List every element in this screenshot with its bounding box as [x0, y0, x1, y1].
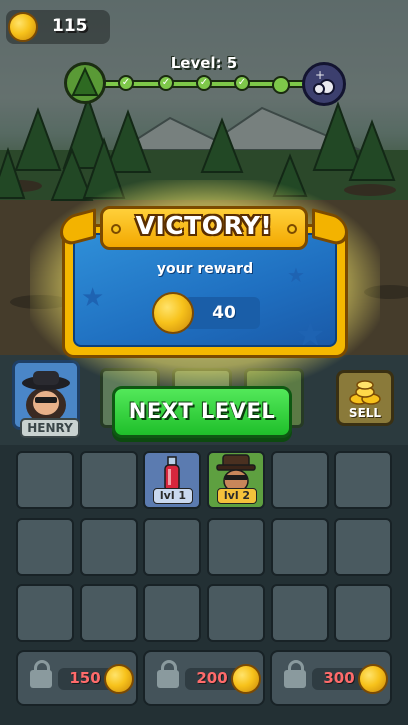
hero-name-label: HENRY — [20, 418, 80, 438]
checkpoint-complete-icon: ✓ — [234, 75, 250, 91]
coin-icon — [104, 664, 134, 694]
inventory-slot[interactable] — [16, 518, 74, 576]
coin-icon — [358, 664, 388, 694]
inventory-slot[interactable] — [271, 518, 329, 576]
reward-amount: 40 — [212, 303, 236, 323]
inventory-slot[interactable] — [271, 584, 329, 642]
inventory-slot[interactable] — [16, 451, 74, 509]
inventory-slot[interactable] — [80, 584, 138, 642]
next-level-button[interactable]: NEXT LEVEL — [112, 386, 292, 438]
sell-label: SELL — [348, 406, 382, 420]
inventory-slot[interactable] — [80, 518, 138, 576]
inventory-slot[interactable] — [334, 518, 392, 576]
locked-slot-purchase-button[interactable]: 150 — [16, 650, 138, 706]
locked-slot-purchase-button[interactable]: 300 — [270, 650, 392, 706]
inventory-slot[interactable] — [271, 451, 329, 509]
reward-label: your reward — [156, 261, 254, 277]
inventory-item-potion[interactable]: lvl 1 — [143, 451, 201, 509]
inventory-slot[interactable] — [334, 451, 392, 509]
lock-icon — [30, 660, 52, 688]
svg-text:+: + — [315, 68, 325, 82]
lock-icon — [157, 660, 179, 688]
checkpoint-complete-icon: ✓ — [158, 75, 174, 91]
inventory-slot[interactable] — [207, 518, 265, 576]
forest-stage-icon — [64, 62, 106, 104]
victory-title: VICTORY! — [135, 211, 273, 240]
checkpoint-complete-icon: ✓ — [118, 75, 134, 91]
inventory-slot[interactable] — [80, 451, 138, 509]
inventory-slot[interactable] — [16, 584, 74, 642]
inventory-slot[interactable] — [207, 584, 265, 642]
star-decoration-icon: ★ — [295, 315, 326, 347]
bandit-icon — [216, 454, 256, 493]
locked-slot-purchase-button[interactable]: 200 — [143, 650, 265, 706]
coin-counter: 115 — [6, 10, 110, 44]
item-level-tag: lvl 2 — [217, 488, 257, 504]
star-decoration-icon: ★ — [81, 283, 105, 313]
checkpoint-complete-icon: ✓ — [196, 75, 212, 91]
coin-icon — [231, 664, 261, 694]
coin-count: 115 — [52, 16, 88, 36]
lock-icon — [284, 660, 306, 688]
inventory-item-bandit[interactable]: lvl 2 — [207, 451, 265, 509]
level-label: Level: 5 — [170, 54, 238, 72]
item-level-tag: lvl 1 — [153, 488, 193, 504]
coin-icon — [8, 12, 38, 42]
inventory-slot[interactable] — [143, 584, 201, 642]
boss-stage-icon: + — [302, 62, 346, 106]
current-stage-marker — [272, 76, 290, 94]
inventory-slot[interactable] — [143, 518, 201, 576]
reward-coin-icon — [152, 292, 194, 334]
inventory-slot[interactable] — [334, 584, 392, 642]
potion-icon — [164, 456, 180, 492]
